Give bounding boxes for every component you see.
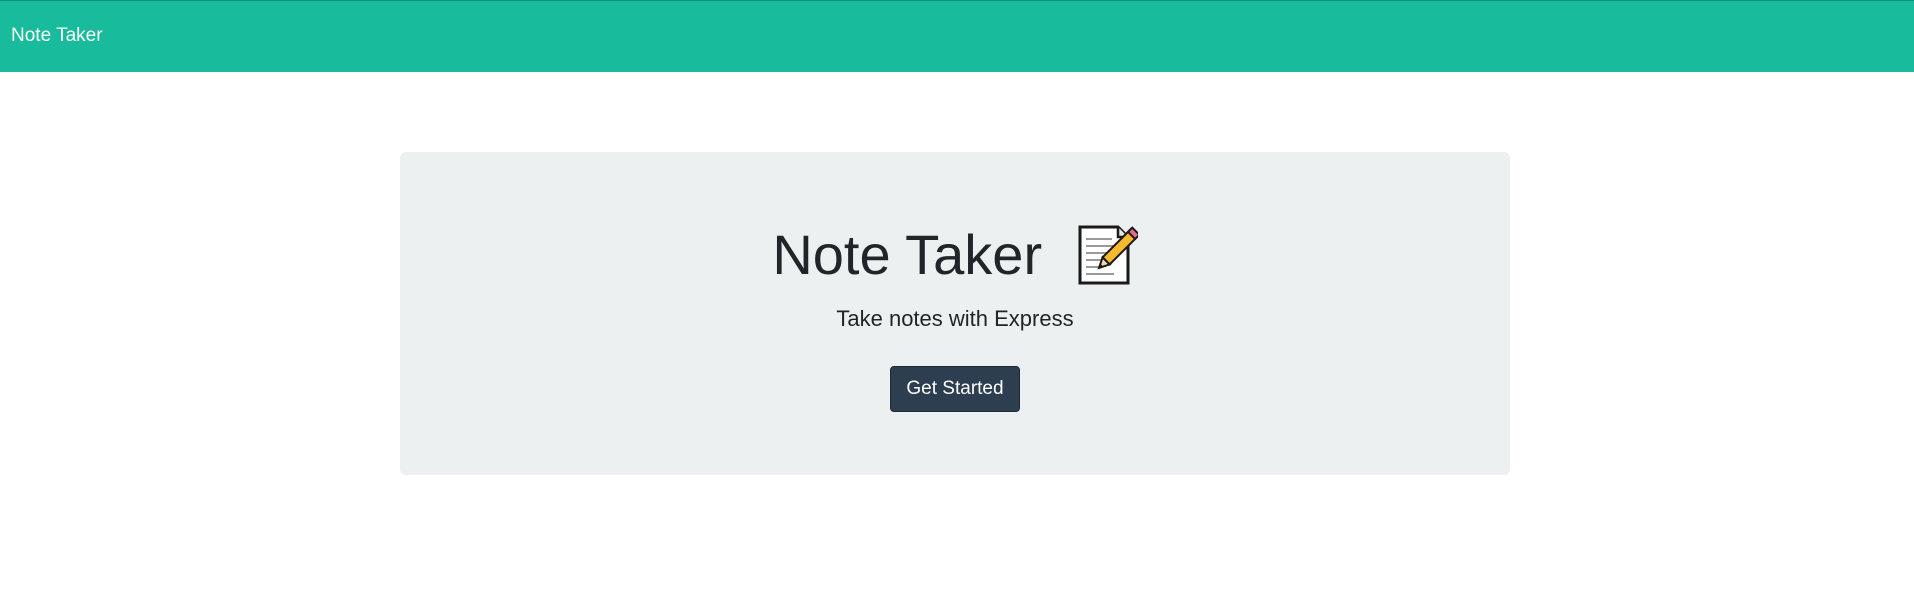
memo-icon [1074, 223, 1141, 287]
navbar-brand-link[interactable]: Note Taker [11, 24, 103, 48]
hero-jumbotron: Note Taker Take notes with Express Get S… [400, 152, 1510, 475]
hero-subtitle: Take notes with Express [836, 306, 1074, 331]
hero-title-row: Note Taker [400, 216, 1510, 286]
navbar: Note Taker [0, 0, 1914, 72]
get-started-button[interactable]: Get Started [890, 366, 1020, 412]
page-title: Note Taker [772, 223, 1043, 287]
